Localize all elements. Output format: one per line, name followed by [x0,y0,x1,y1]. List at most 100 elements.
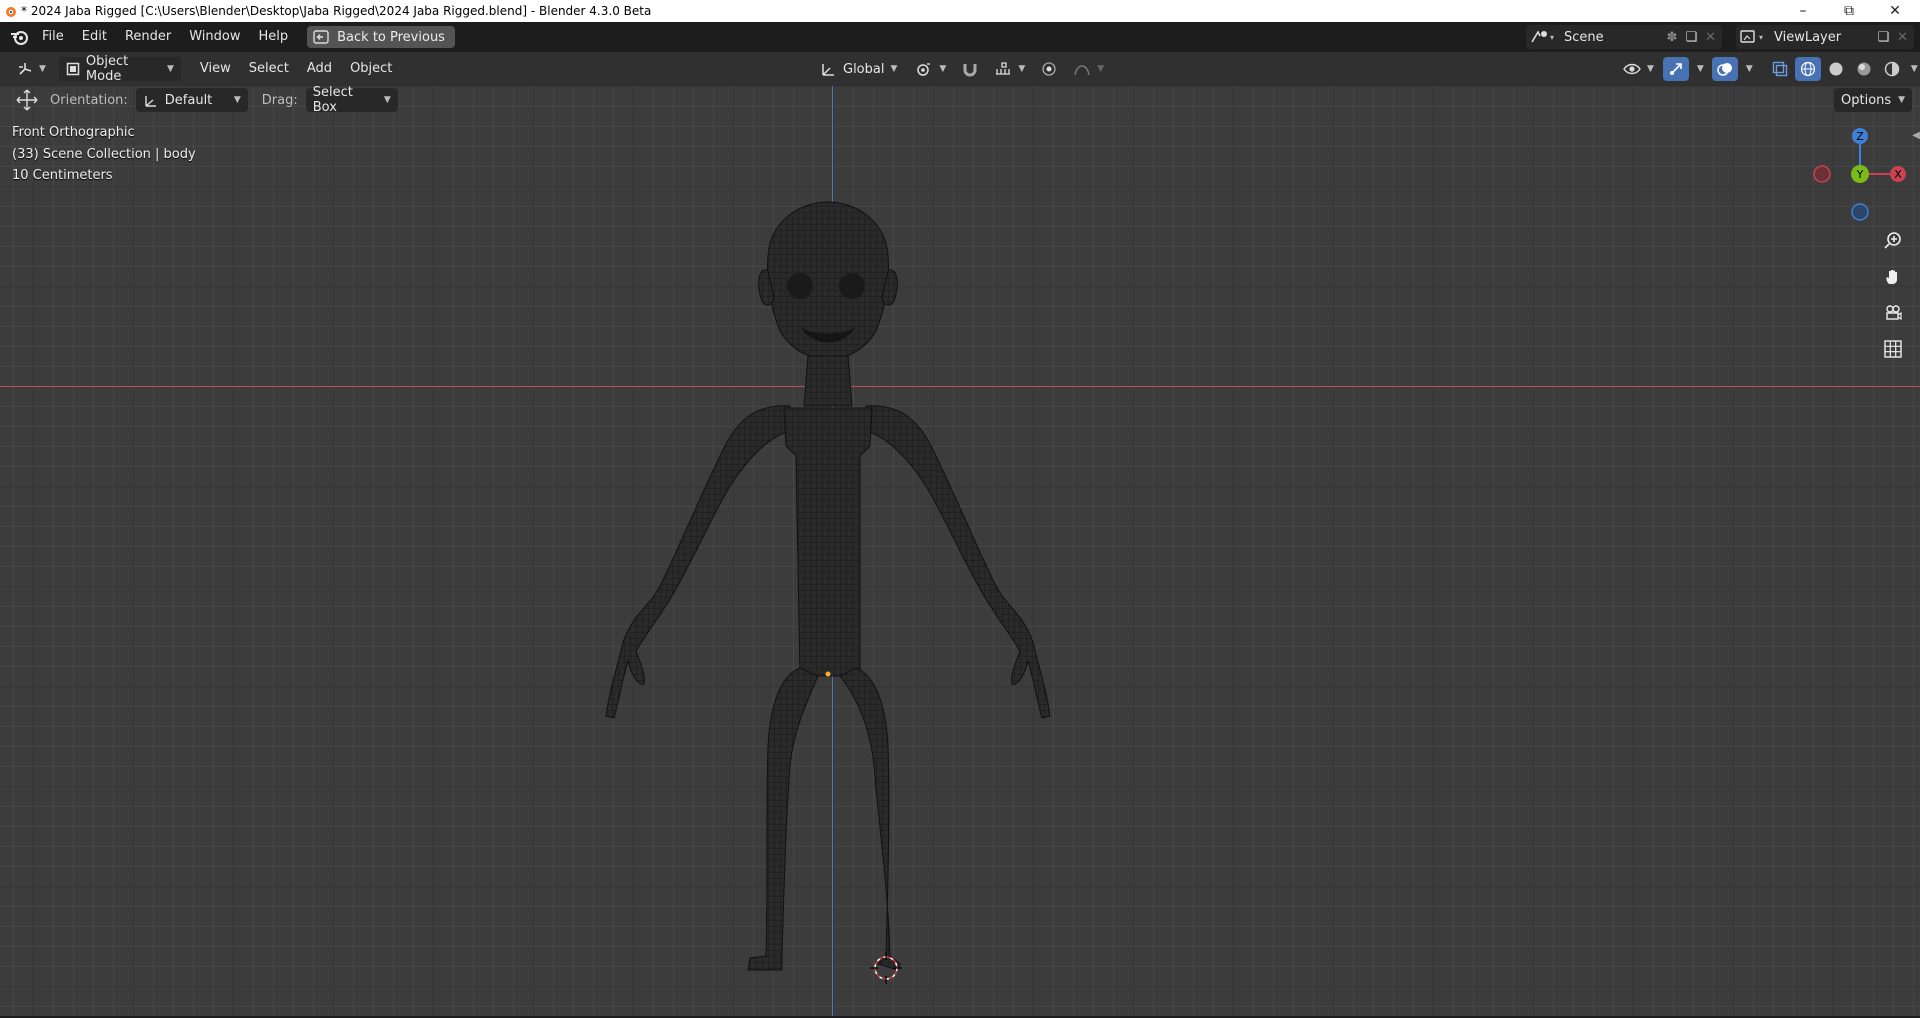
menu-add[interactable]: Add [298,57,341,81]
shading-solid-button[interactable] [1823,57,1849,81]
scene-selector[interactable]: ▾ Scene ✽ ❏ ✕ [1526,25,1722,49]
delete-scene-icon[interactable]: ✕ [1705,30,1716,45]
new-view-layer-icon[interactable]: ❏ [1877,30,1889,45]
falloff-curve-icon [1074,65,1090,76]
gizmo-x-label: X [1894,168,1902,181]
menu-edit[interactable]: Edit [73,25,116,49]
scene-icon: ▾ [1531,30,1554,43]
view-layer-selector[interactable]: ▾ ViewLayer ❏ ✕ [1736,25,1914,49]
zoom-icon [1884,232,1901,249]
show-gizmo-toggle[interactable] [1662,57,1689,81]
orientation-axes-icon [145,96,156,107]
character-body [605,201,1051,971]
3d-cursor[interactable] [870,952,902,984]
overlays-icon [1717,63,1732,76]
blender-menu-icon[interactable] [7,25,33,49]
object-mode-icon [66,62,80,76]
sidebar-toggle-icon[interactable]: ◀ [1912,130,1920,141]
chevron-down-icon: ▼ [383,95,391,105]
magnet-icon [963,64,977,77]
shading-wireframe-button[interactable] [1794,57,1821,81]
orientation-label: Orientation: [50,92,128,108]
menu-window[interactable]: Window [180,25,249,49]
transform-tool-icon[interactable] [14,88,40,112]
gizmo-y-label: Y [1856,168,1864,181]
mode-dropdown[interactable]: Object Mode ▼ [58,54,181,84]
camera-icon [1886,305,1902,321]
minimize-button[interactable]: – [1780,0,1826,22]
transform-orientation-label: Global [843,61,885,77]
menu-help[interactable]: Help [250,25,298,49]
view-layer-icon: ▾ [1740,30,1763,43]
editor-type-dropdown[interactable]: ▼ [10,57,53,81]
toggle-perspective-button[interactable] [1878,334,1908,364]
chevron-down-icon[interactable]: ▼ [1697,64,1704,74]
mode-label: Object Mode [85,54,129,84]
eye-icon [1623,63,1641,75]
restore-button[interactable]: ⧉ [1826,0,1872,22]
snap-toggle[interactable] [957,57,983,81]
3d-viewport[interactable]: Front Orthographic (33) Scene Collection… [0,86,1920,1016]
view-layer-name: ViewLayer [1774,29,1842,45]
menu-select[interactable]: Select [240,57,298,81]
xray-toggle[interactable] [1767,57,1793,81]
new-scene-icon[interactable]: ❏ [1685,30,1697,45]
shading-material-button[interactable] [1851,57,1877,81]
chevron-down-icon: ▼ [39,64,46,74]
menu-view[interactable]: View [191,57,240,81]
tool-settings-bar: Orientation: Default ▼ Drag: Select Box … [0,85,1920,115]
chevron-down-icon[interactable]: ▼ [1911,64,1918,74]
wireframe-sphere-icon [1800,61,1815,77]
back-screen-icon [313,30,329,44]
menu-object[interactable]: Object [341,57,401,81]
scene-name: Scene [1564,29,1604,45]
menu-render[interactable]: Render [116,25,180,49]
blender-logo-icon [6,7,16,17]
pivot-point-dropdown[interactable]: ▼ [908,57,953,81]
snap-increment-icon [996,62,1011,75]
character-mesh[interactable] [0,86,1920,1016]
back-to-previous-label: Back to Previous [337,29,445,45]
chevron-down-icon: ▼ [1018,64,1026,74]
proportional-falloff-dropdown[interactable]: ▼ [1066,57,1111,81]
back-to-previous-button[interactable]: Back to Previous [307,26,455,48]
snap-target-dropdown[interactable]: ▼ [987,57,1032,81]
show-overlays-toggle[interactable] [1711,57,1738,81]
pivot-icon [917,63,931,76]
xray-icon [1772,61,1787,77]
chevron-down-icon[interactable]: ▼ [1746,64,1753,74]
menu-file[interactable]: File [33,25,73,49]
topbar: File Edit Render Window Help Back to Pre… [0,22,1920,52]
pin-icon[interactable]: ✽ [1667,30,1678,45]
navigation-gizmo[interactable]: Z X Y [1810,124,1910,224]
camera-view-button[interactable] [1878,298,1908,328]
zoom-button[interactable] [1878,226,1908,256]
delete-view-layer-icon[interactable]: ✕ [1897,30,1908,45]
close-button[interactable]: ✕ [1872,0,1918,22]
gizmo-neg-x[interactable] [1813,165,1831,183]
shading-rendered-button[interactable] [1879,57,1905,81]
3d-viewport-icon [19,63,32,75]
drag-value: Select Box [312,85,353,115]
solid-sphere-icon [1829,62,1843,76]
visibility-dropdown[interactable]: ▼ [1616,57,1661,81]
proportional-editing-toggle[interactable] [1036,57,1062,81]
proportional-edit-icon [1042,62,1056,76]
chevron-down-icon: ▼ [167,64,174,74]
chevron-down-icon: ▼ [233,95,241,105]
gizmo-z-label: Z [1856,130,1864,143]
chevron-down-icon: ▼ [1647,64,1654,74]
chevron-down-icon: ▼ [890,64,898,74]
gizmo-neg-z[interactable] [1851,203,1869,221]
orientation-dropdown[interactable]: Default ▼ [135,88,248,112]
viewport-navigation-tools [1878,226,1908,364]
transform-orientation-dropdown[interactable]: Global ▼ [812,57,904,81]
chevron-down-icon: ▼ [1097,64,1105,74]
drag-dropdown[interactable]: Select Box ▼ [305,85,398,115]
window-title: * 2024 Jaba Rigged [C:\Users\Blender\Des… [21,4,652,18]
svg-text:▾: ▾ [1550,33,1554,42]
material-sphere-icon [1857,62,1871,76]
hand-icon [1886,270,1897,284]
pan-button[interactable] [1878,262,1908,292]
options-dropdown[interactable]: Options ▼ [1834,88,1912,112]
